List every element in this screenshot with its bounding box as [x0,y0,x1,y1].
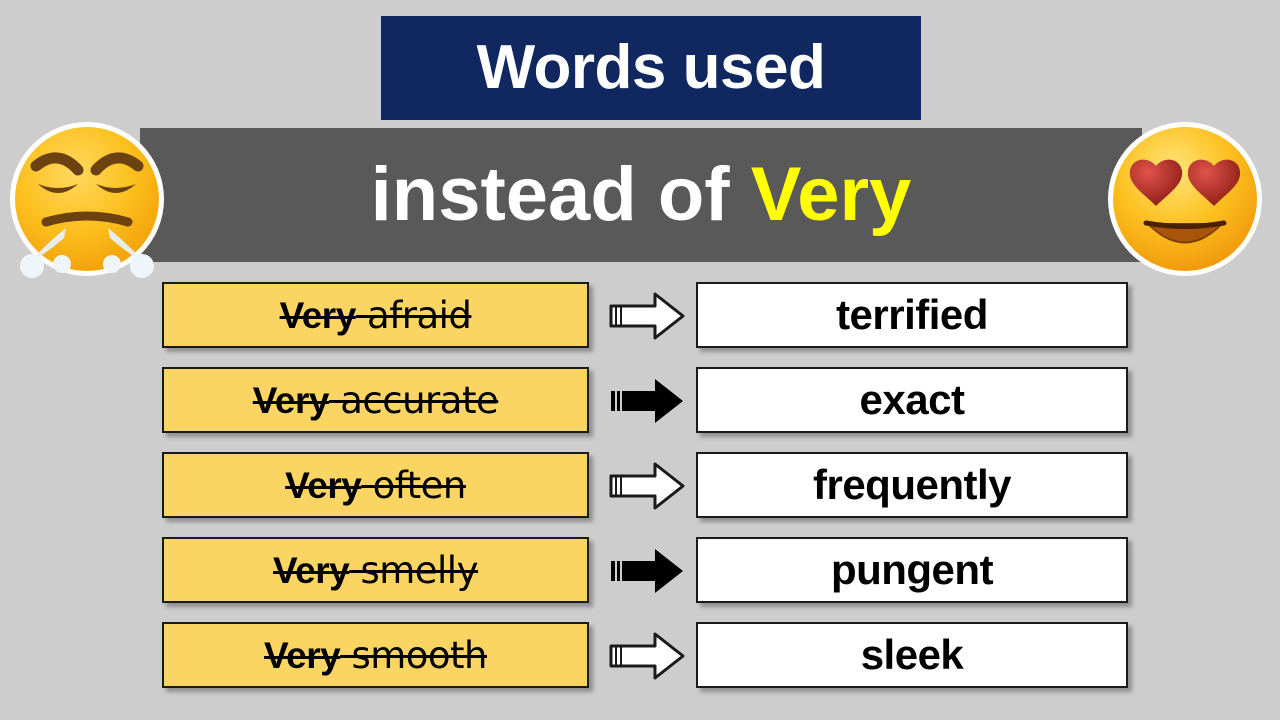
phrase-very: Very [272,549,350,591]
header-area: Words used instead of Very [0,0,1280,278]
phrase-text: Very often [285,467,466,504]
smiling-face-with-heart-eyes-emoji [1104,118,1266,280]
phrase-text: Very smooth [263,633,488,677]
phrase-box[interactable]: Very often [162,452,589,518]
phrase-text: Very afraid [280,297,472,334]
arrow-right-outline-icon [608,460,688,512]
phrase-word: often [361,463,467,507]
phrase-very: Very [279,294,357,336]
face-with-steam-from-nose-emoji [6,118,168,280]
word-replacement-list: Very afraid terrified Very accurate exac… [0,282,1280,707]
phrase-box[interactable]: Very smelly [162,537,589,603]
answer-text: frequently [812,461,1012,508]
answer-box[interactable]: sleek [696,622,1128,688]
phrase-word: afraid [355,293,472,337]
title-banner: Words used [381,16,921,120]
phrase-box[interactable]: Very afraid [162,282,589,348]
subtitle-banner: instead of Very [140,128,1142,262]
phrase-word: smooth [340,633,487,677]
arrow-right-solid-icon [608,545,688,597]
answer-box[interactable]: frequently [696,452,1128,518]
answer-text: sleek [860,631,964,678]
phrase-box[interactable]: Very accurate [162,367,589,433]
table-row: Very smooth sleek [0,622,1280,707]
table-row: Very accurate exact [0,367,1280,452]
answer-box[interactable]: pungent [696,537,1128,603]
table-row: Very afraid terrified [0,282,1280,367]
arrow-right-solid-icon [608,375,688,427]
phrase-very: Very [252,379,330,421]
phrase-box[interactable]: Very smooth [162,622,589,688]
answer-box[interactable]: exact [696,367,1128,433]
subtitle-prefix: instead of [370,152,751,237]
answer-text: exact [859,376,965,423]
page-title: Words used [476,33,826,102]
phrase-text: Very smelly [272,548,479,592]
answer-box[interactable]: terrified [696,282,1128,348]
table-row: Very smelly pungent [0,537,1280,622]
arrow-right-outline-icon [608,630,688,682]
phrase-very: Very [285,464,362,506]
answer-text: pungent [830,546,994,593]
answer-text: terrified [836,291,988,338]
page-subtitle: instead of Very [371,157,912,233]
arrow-right-outline-icon [608,290,688,342]
phrase-word: smelly [349,548,478,592]
table-row: Very often frequently [0,452,1280,537]
phrase-word: accurate [328,378,499,422]
phrase-very: Very [263,634,341,676]
subtitle-highlight: Very [750,152,912,237]
phrase-text: Very accurate [252,378,499,422]
